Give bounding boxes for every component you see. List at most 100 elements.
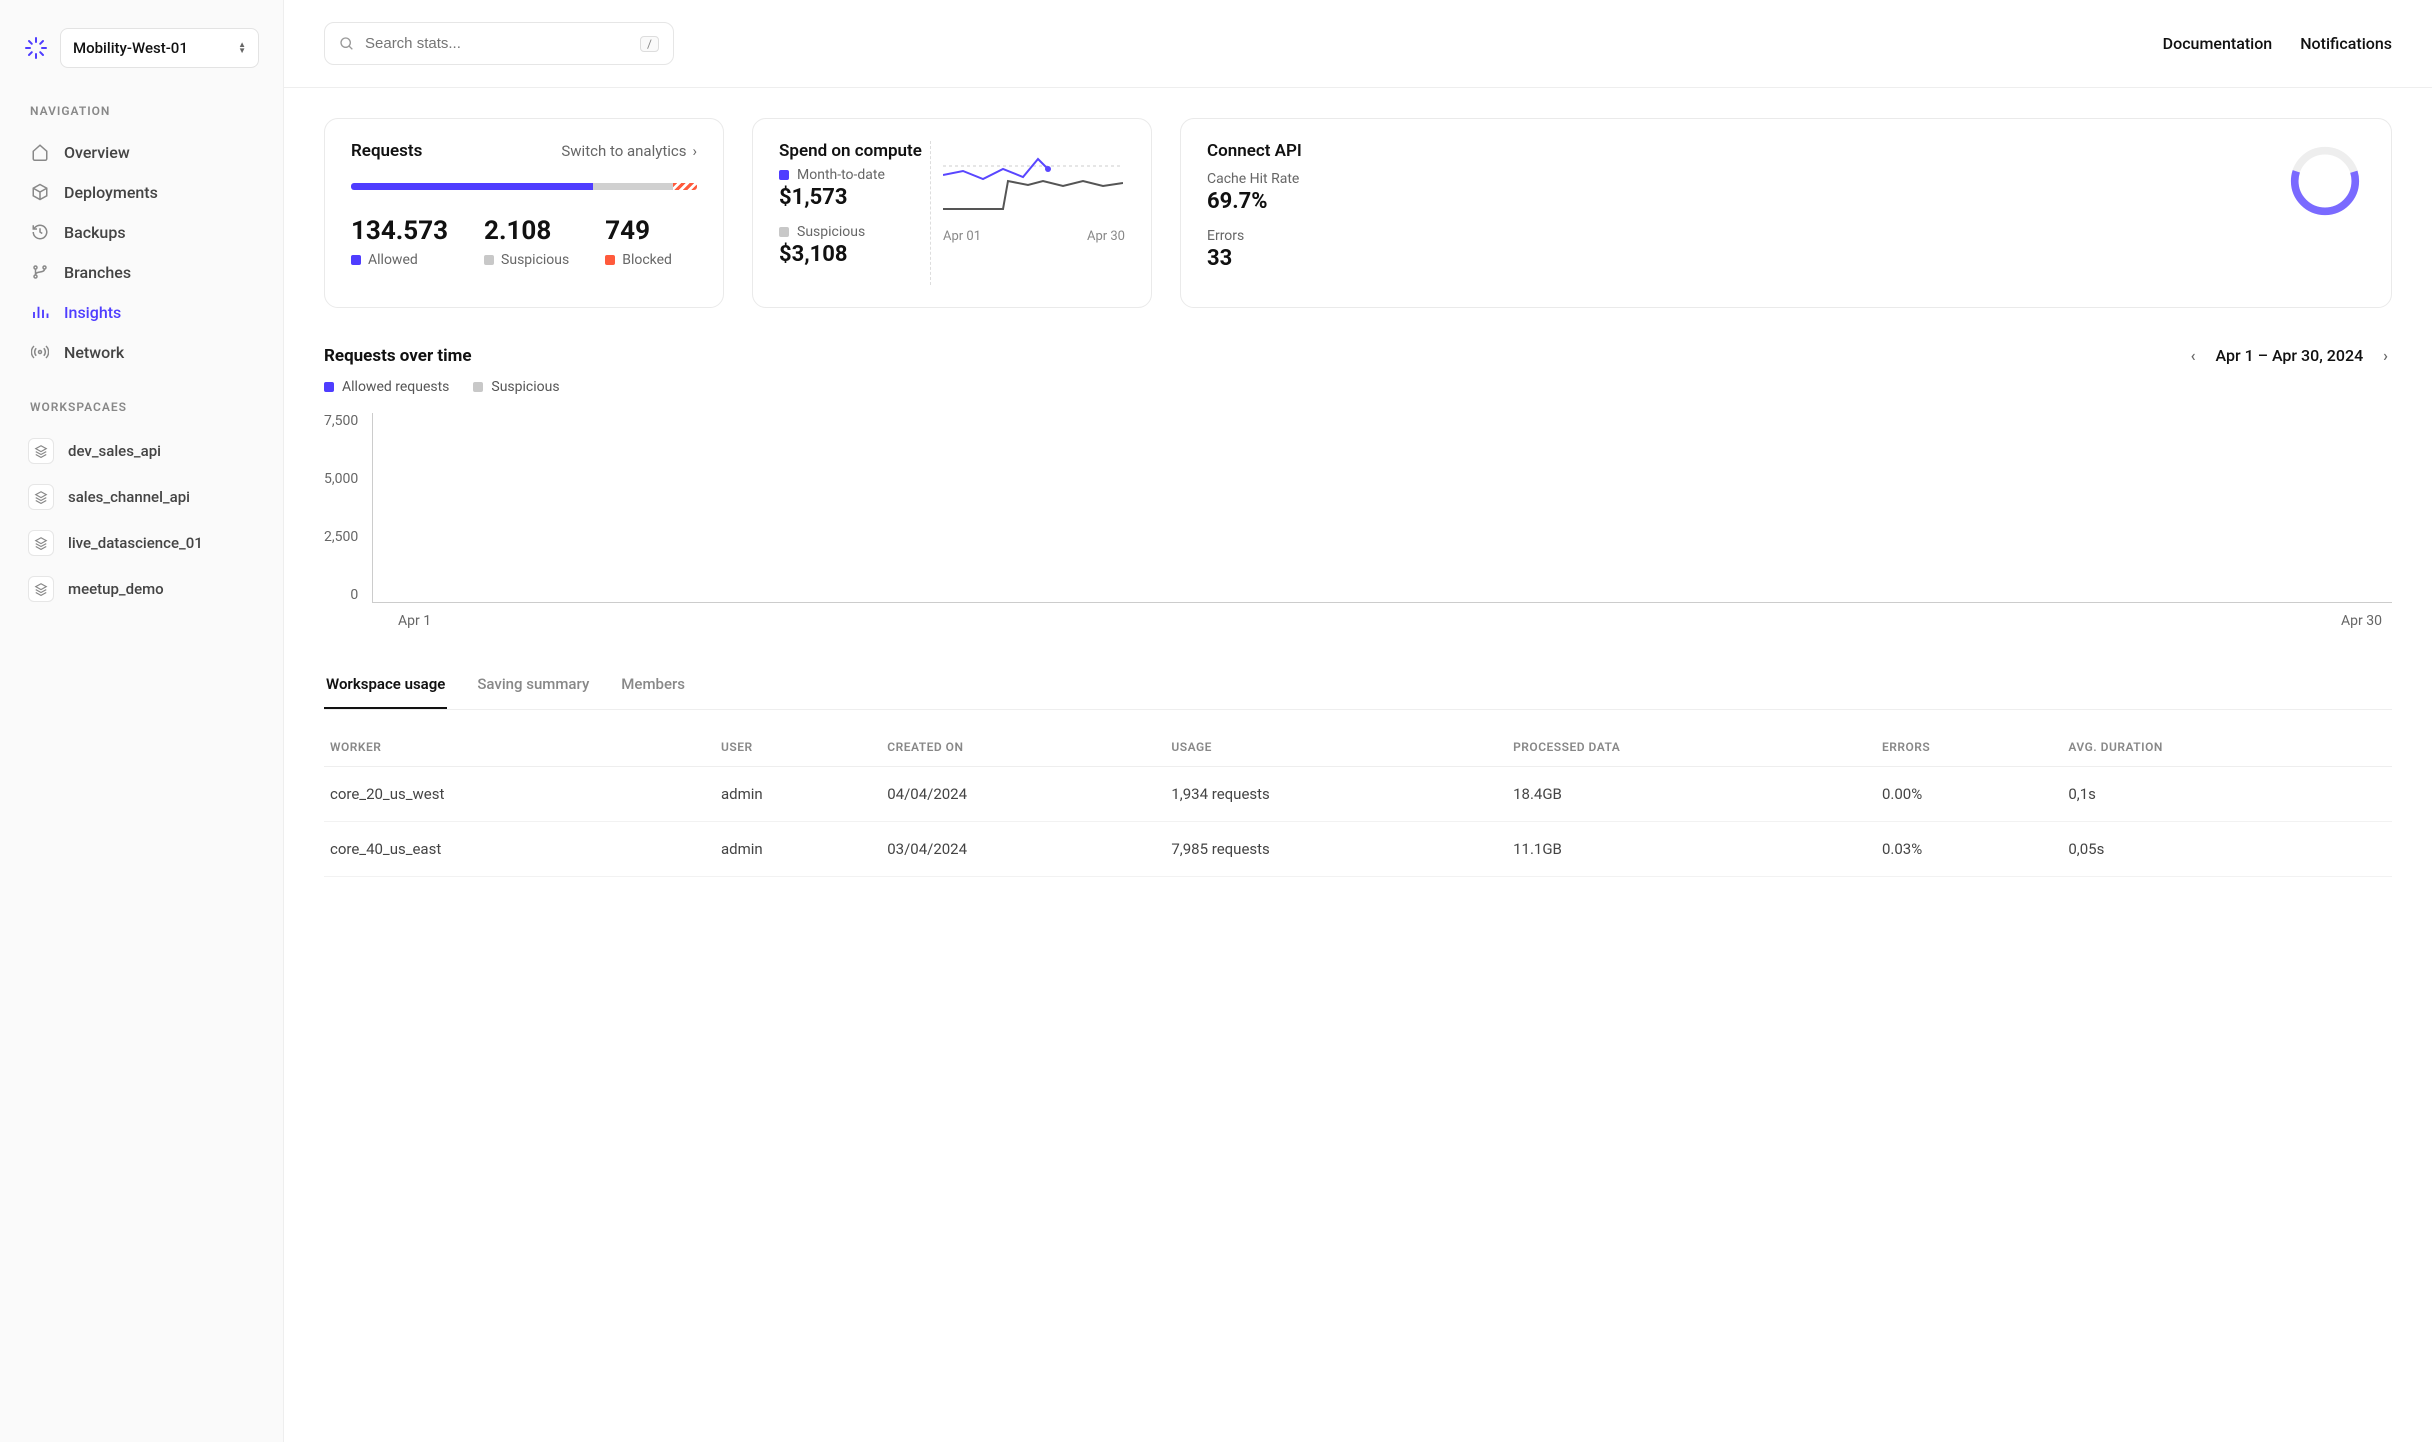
tab-workspace-usage[interactable]: Workspace usage xyxy=(324,667,447,709)
stat-allowed: 134.573 Allowed xyxy=(351,216,448,268)
table-header: PROCESSED DATA xyxy=(1507,728,1876,767)
workspace-label: sales_channel_api xyxy=(68,488,190,506)
layers-icon xyxy=(28,576,54,602)
sidebar-item-label: Network xyxy=(64,343,124,362)
switch-to-analytics-link[interactable]: Switch to analytics › xyxy=(561,142,697,160)
app-logo-icon xyxy=(24,36,48,60)
layers-icon xyxy=(28,530,54,556)
sidebar-item-overview[interactable]: Overview xyxy=(24,132,259,172)
main-area: / Documentation Notifications Requests S… xyxy=(284,0,2432,1442)
workspace-usage-table: WORKERUSERCREATED ONUSAGEPROCESSED DATAE… xyxy=(324,728,2392,877)
table-header: ERRORS xyxy=(1876,728,2062,767)
cube-icon xyxy=(30,182,50,202)
card-connect-title: Connect API xyxy=(1207,141,2285,161)
sidebar: Mobility-West-01 ▲▼ NAVIGATION Overview D… xyxy=(0,0,284,1442)
y-tick: 0 xyxy=(350,587,358,603)
cache-hit-value: 69.7% xyxy=(1207,189,2285,214)
history-icon xyxy=(30,222,50,242)
workspace-item[interactable]: live_datascience_01 xyxy=(24,520,259,566)
chevron-right-icon: › xyxy=(692,142,697,160)
dot-suspicious-icon xyxy=(484,255,494,265)
workspace-label: meetup_demo xyxy=(68,580,164,598)
spend-x0: Apr 01 xyxy=(943,229,981,244)
tabs: Workspace usage Saving summary Members xyxy=(324,667,2392,710)
table-cell: 04/04/2024 xyxy=(881,767,1165,822)
dot-allowed-icon xyxy=(351,255,361,265)
link-documentation[interactable]: Documentation xyxy=(2163,34,2273,53)
table-cell: 0.00% xyxy=(1876,767,2062,822)
chart-legend: Allowed requests Suspicious xyxy=(324,379,2392,395)
y-tick: 2,500 xyxy=(324,529,358,545)
sidebar-item-label: Deployments xyxy=(64,183,158,202)
stat-blocked: 749 Blocked xyxy=(605,216,672,268)
table-header: CREATED ON xyxy=(881,728,1165,767)
table-cell: core_20_us_west xyxy=(324,767,715,822)
table-cell: admin xyxy=(715,822,881,877)
chart-x1: Apr 30 xyxy=(2341,613,2382,629)
project-selector[interactable]: Mobility-West-01 ▲▼ xyxy=(60,28,259,68)
sidebar-item-deployments[interactable]: Deployments xyxy=(24,172,259,212)
workspace-label: dev_sales_api xyxy=(68,442,161,460)
mtd-value: $1,573 xyxy=(779,185,930,210)
table-header: USER xyxy=(715,728,881,767)
y-tick: 5,000 xyxy=(324,471,358,487)
dot-blocked-icon xyxy=(605,255,615,265)
search-input[interactable] xyxy=(365,35,630,52)
sidebar-item-network[interactable]: Network xyxy=(24,332,259,372)
link-notifications[interactable]: Notifications xyxy=(2300,34,2392,53)
top-nav-links: Documentation Notifications xyxy=(2163,34,2392,53)
requests-over-time-chart: 7,500 5,000 2,500 0 xyxy=(324,413,2392,603)
workspace-item[interactable]: dev_sales_api xyxy=(24,428,259,474)
workspace-item[interactable]: sales_channel_api xyxy=(24,474,259,520)
y-tick: 7,500 xyxy=(324,413,358,429)
chevron-updown-icon: ▲▼ xyxy=(238,42,246,54)
requests-progress-bar xyxy=(351,183,697,190)
table-header: WORKER xyxy=(324,728,715,767)
card-connect-api: Connect API Cache Hit Rate 69.7% Errors … xyxy=(1180,118,2392,308)
sidebar-item-insights[interactable]: Insights xyxy=(24,292,259,332)
sidebar-item-backups[interactable]: Backups xyxy=(24,212,259,252)
sidebar-item-label: Backups xyxy=(64,223,126,242)
donut-chart-icon xyxy=(2285,141,2365,221)
table-row[interactable]: core_40_us_eastadmin03/04/20247,985 requ… xyxy=(324,822,2392,877)
dot-sus-spend-icon xyxy=(779,227,789,237)
sidebar-item-label: Insights xyxy=(64,303,121,322)
layers-icon xyxy=(28,438,54,464)
table-header: AVG. DURATION xyxy=(2062,728,2392,767)
nav-section-label: NAVIGATION xyxy=(30,104,259,118)
card-spend: Spend on compute Month-to-date $1,573 Su… xyxy=(752,118,1152,308)
project-name: Mobility-West-01 xyxy=(73,39,188,57)
date-range-label: Apr 1 – Apr 30, 2024 xyxy=(2216,346,2364,365)
tab-saving-summary[interactable]: Saving summary xyxy=(475,667,591,709)
tab-members[interactable]: Members xyxy=(619,667,687,709)
layers-icon xyxy=(28,484,54,510)
bars-icon xyxy=(30,302,50,322)
table-cell: 1,934 requests xyxy=(1165,767,1507,822)
home-icon xyxy=(30,142,50,162)
table-row[interactable]: core_20_us_westadmin04/04/20241,934 requ… xyxy=(324,767,2392,822)
workspaces-section-label: WORKSPACAES xyxy=(30,400,259,414)
date-next-button[interactable]: › xyxy=(2379,342,2392,369)
table-cell: 18.4GB xyxy=(1507,767,1876,822)
table-header: USAGE xyxy=(1165,728,1507,767)
chart-title: Requests over time xyxy=(324,346,472,366)
table-cell: 0.03% xyxy=(1876,822,2062,877)
branch-icon xyxy=(30,262,50,282)
sidebar-item-label: Branches xyxy=(64,263,131,282)
sus-spend-value: $3,108 xyxy=(779,242,930,267)
table-cell: 11.1GB xyxy=(1507,822,1876,877)
spend-sparkline: Apr 01 Apr 30 xyxy=(930,141,1125,285)
legend-suspicious-icon xyxy=(473,382,483,392)
table-cell: 03/04/2024 xyxy=(881,822,1165,877)
table-cell: admin xyxy=(715,767,881,822)
sidebar-item-branches[interactable]: Branches xyxy=(24,252,259,292)
dot-mtd-icon xyxy=(779,170,789,180)
card-requests: Requests Switch to analytics › 134.573 A… xyxy=(324,118,724,308)
date-prev-button[interactable]: ‹ xyxy=(2187,342,2200,369)
broadcast-icon xyxy=(30,342,50,362)
spend-x1: Apr 30 xyxy=(1087,229,1125,244)
table-cell: core_40_us_east xyxy=(324,822,715,877)
workspace-item[interactable]: meetup_demo xyxy=(24,566,259,612)
sidebar-item-label: Overview xyxy=(64,143,130,162)
search-box[interactable]: / xyxy=(324,22,674,65)
